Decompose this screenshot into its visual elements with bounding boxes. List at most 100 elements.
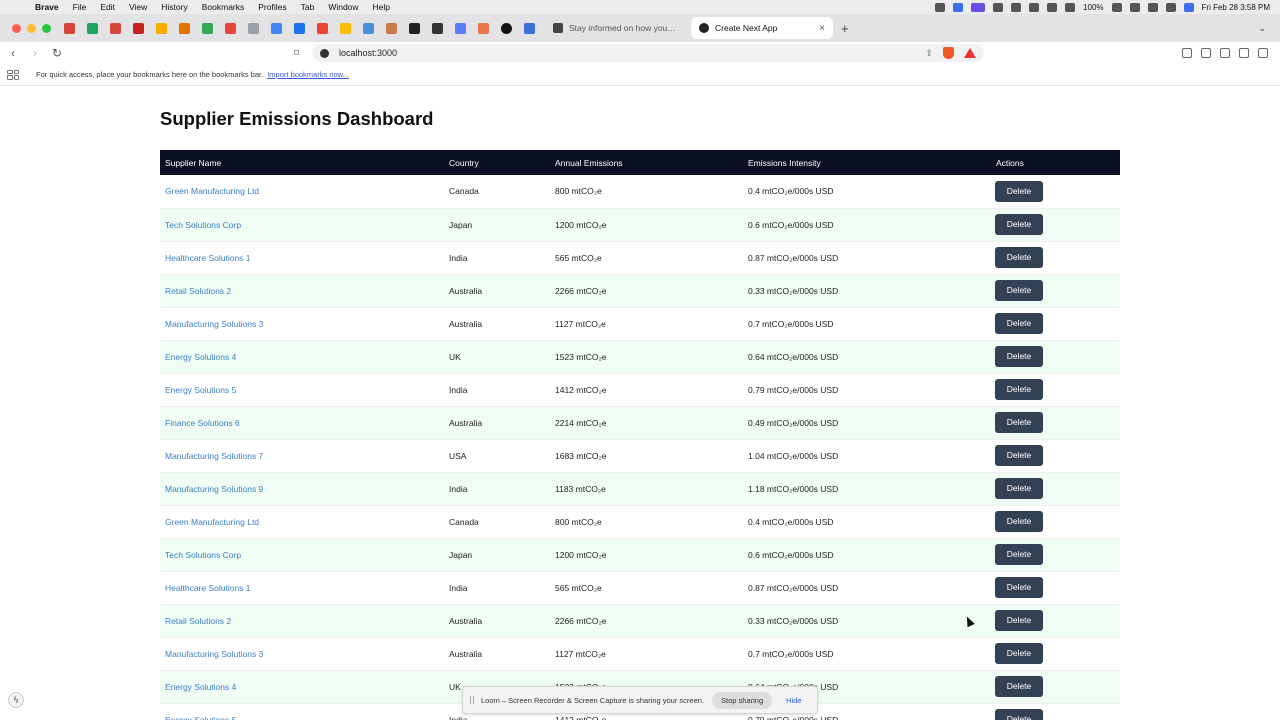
status-app-icon[interactable] [953,2,964,12]
menu-edit[interactable]: Edit [93,2,122,12]
new-tab-button[interactable]: + [841,21,849,36]
menu-icon[interactable] [1258,48,1268,58]
column-header-country[interactable]: Country [444,150,550,175]
forward-button[interactable]: › [26,46,44,60]
chevron-down-icon[interactable]: ⌄ [1258,23,1266,34]
menu-file[interactable]: File [66,2,94,12]
status-app-icon[interactable] [1065,2,1076,12]
play-icon[interactable] [1047,2,1058,12]
pinned-tab-app-icon[interactable] [428,19,447,38]
column-header-supplier-name[interactable]: Supplier Name [160,150,444,175]
close-tab-icon[interactable]: × [819,23,825,34]
vpn-icon[interactable] [1239,48,1249,58]
pinned-tab-app-icon[interactable] [244,19,263,38]
supplier-name-link[interactable]: Manufacturing Solutions 9 [160,472,444,505]
status-app-icon[interactable] [1029,2,1040,12]
delete-button[interactable]: Delete [995,412,1043,433]
menu-profiles[interactable]: Profiles [251,2,293,12]
menu-help[interactable]: Help [366,2,397,12]
delete-button[interactable]: Delete [995,247,1043,268]
supplier-name-link[interactable]: Manufacturing Solutions 7 [160,439,444,472]
delete-button[interactable]: Delete [995,610,1043,631]
zoom-window-button[interactable] [42,23,51,33]
column-header-annual-emissions[interactable]: Annual Emissions [550,150,743,175]
pinned-tab-gmail-icon[interactable] [106,19,125,38]
share-icon[interactable]: ⇪ [925,48,933,59]
supplier-name-link[interactable]: Retail Solutions 2 [160,274,444,307]
quick-action-icon[interactable]: ϟ [8,692,24,708]
delete-button[interactable]: Delete [995,313,1043,334]
supplier-name-link[interactable]: Manufacturing Solutions 3 [160,307,444,340]
sidebar-icon[interactable] [1201,48,1211,58]
pinned-tab-app-icon[interactable] [451,19,470,38]
siri-icon[interactable] [1183,2,1194,12]
pinned-tab-app-icon[interactable] [497,19,516,38]
supplier-name-link[interactable]: Manufacturing Solutions 3 [160,637,444,670]
delete-button[interactable]: Delete [995,280,1043,301]
pinned-tab-analytics-icon[interactable] [175,19,194,38]
supplier-name-link[interactable]: Green Manufacturing Ltd [160,175,444,208]
menu-window[interactable]: Window [321,2,365,12]
extensions-icon[interactable] [1182,48,1192,58]
pinned-tab-drive-icon[interactable] [83,19,102,38]
supplier-name-link[interactable]: Tech Solutions Corp [160,538,444,571]
pinned-tab-gmail-icon[interactable] [60,19,79,38]
supplier-name-link[interactable]: Tech Solutions Corp [160,208,444,241]
pinned-tab-app-icon[interactable] [382,19,401,38]
pinned-tab-app-icon[interactable] [405,19,424,38]
supplier-name-link[interactable]: Energy Solutions 5 [160,703,444,720]
menu-history[interactable]: History [154,2,194,12]
control-center-icon[interactable] [1165,2,1176,12]
pinned-tab-app-icon[interactable] [290,19,309,38]
pinned-tab-app-icon[interactable] [359,19,378,38]
delete-button[interactable]: Delete [995,478,1043,499]
pinned-tab-gmail-icon[interactable] [129,19,148,38]
delete-button[interactable]: Delete [995,346,1043,367]
pinned-tab-app-icon[interactable] [267,19,286,38]
delete-button[interactable]: Delete [995,577,1043,598]
url-text[interactable]: localhost:3000 [339,48,397,58]
menu-clock[interactable]: Fri Feb 28 3:58 PM [1202,3,1270,12]
tab-create-next-app[interactable]: Create Next App × [691,17,833,39]
supplier-name-link[interactable]: Green Manufacturing Ltd [160,505,444,538]
brave-rewards-icon[interactable] [964,48,976,58]
wallet-icon[interactable] [1220,48,1230,58]
minimize-window-button[interactable] [27,23,36,33]
microphone-icon[interactable] [935,2,946,12]
delete-button[interactable]: Delete [995,511,1043,532]
supplier-name-link[interactable]: Healthcare Solutions 1 [160,241,444,274]
menu-view[interactable]: View [122,2,154,12]
hide-button[interactable]: Hide [786,696,801,705]
column-header-emissions-intensity[interactable]: Emissions Intensity [743,150,991,175]
delete-button[interactable]: Delete [995,676,1043,697]
supplier-name-link[interactable]: Finance Solutions 6 [160,406,444,439]
menu-bookmarks[interactable]: Bookmarks [195,2,252,12]
delete-button[interactable]: Delete [995,445,1043,466]
stop-sharing-button[interactable]: Stop sharing [712,691,773,709]
delete-button[interactable]: Delete [995,214,1043,235]
menu-tab[interactable]: Tab [294,2,322,12]
close-window-button[interactable] [12,23,21,33]
supplier-name-link[interactable]: Energy Solutions 4 [160,670,444,703]
supplier-name-link[interactable]: Energy Solutions 5 [160,373,444,406]
supplier-name-link[interactable]: Energy Solutions 4 [160,340,444,373]
brave-shields-icon[interactable] [943,47,954,59]
bookmark-icon[interactable]: ⌑ [294,48,306,59]
calendar-icon[interactable] [993,2,1004,12]
tab-stay-informed[interactable]: Stay informed on how your indus [545,17,685,39]
supplier-name-link[interactable]: Healthcare Solutions 1 [160,571,444,604]
pinned-tab-app-icon[interactable] [221,19,240,38]
delete-button[interactable]: Delete [995,709,1043,720]
delete-button[interactable]: Delete [995,379,1043,400]
pinned-tab-app-icon[interactable] [313,19,332,38]
import-bookmarks-link[interactable]: Import bookmarks now... [267,70,349,79]
pinned-tab-analytics-icon[interactable] [152,19,171,38]
supplier-name-link[interactable]: Retail Solutions 2 [160,604,444,637]
pinned-tab-app-icon[interactable] [336,19,355,38]
reload-button[interactable]: ↻ [48,46,66,60]
address-bar[interactable]: localhost:3000 ⇪ [312,44,984,62]
drag-handle-icon[interactable] [470,696,474,704]
screen-share-icon[interactable] [971,2,986,12]
menu-app-brave[interactable]: Brave [28,2,66,12]
pinned-tab-app-icon[interactable] [520,19,539,38]
